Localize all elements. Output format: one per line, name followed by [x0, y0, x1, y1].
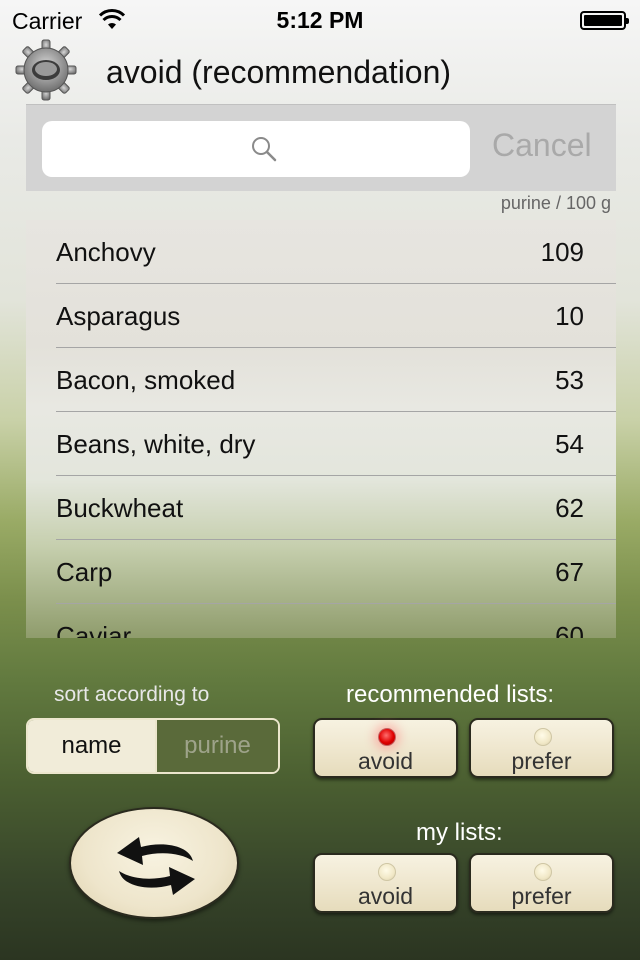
sort-label: sort according to: [54, 683, 210, 706]
purine-value: 109: [540, 237, 584, 267]
status-time: 5:12 PM: [276, 7, 364, 33]
list-item[interactable]: Caviar 60: [26, 604, 616, 638]
unit-label: purine / 100 g: [500, 193, 611, 213]
search-input[interactable]: [42, 121, 470, 177]
sort-by-name-button[interactable]: name: [28, 720, 155, 772]
purine-value: 62: [555, 493, 584, 523]
food-name: Beans, white, dry: [56, 429, 256, 459]
food-name: Asparagus: [56, 301, 181, 331]
search-bar: Cancel: [26, 104, 616, 191]
purine-value: 67: [555, 557, 584, 587]
sort-by-purine-button[interactable]: purine: [155, 720, 278, 772]
list-item[interactable]: Asparagus 10: [26, 284, 616, 348]
food-name: Buckwheat: [56, 493, 184, 523]
my-prefer-button[interactable]: prefer: [469, 853, 614, 913]
list-item[interactable]: Carp 67: [26, 540, 616, 604]
my-avoid-button[interactable]: avoid: [313, 853, 458, 913]
button-label: avoid: [358, 883, 413, 909]
battery-icon: [580, 11, 629, 30]
indicator-light-icon: [378, 728, 396, 746]
list-item[interactable]: Bacon, smoked 53: [26, 348, 616, 412]
search-icon: [252, 137, 277, 162]
cancel-button[interactable]: Cancel: [492, 127, 592, 164]
list-item[interactable]: Beans, white, dry 54: [26, 412, 616, 476]
swap-arrows-icon: [117, 837, 195, 895]
gear-icon[interactable]: [14, 38, 78, 102]
indicator-light-icon: [378, 863, 396, 881]
recommended-prefer-button[interactable]: prefer: [469, 718, 614, 778]
food-name: Anchovy: [56, 237, 156, 267]
food-name: Bacon, smoked: [56, 365, 236, 395]
status-bar: Carrier 5:12 PM: [0, 0, 640, 40]
purine-value: 60: [555, 621, 584, 638]
recommended-lists-label: recommended lists:: [346, 681, 555, 708]
list-item[interactable]: Buckwheat 62: [26, 476, 616, 540]
swap-button[interactable]: [69, 807, 239, 919]
sort-segmented-control: name purine: [26, 718, 280, 774]
indicator-light-icon: [534, 863, 552, 881]
button-label: prefer: [511, 748, 572, 774]
indicator-light-icon: [534, 728, 552, 746]
purine-value: 54: [555, 429, 584, 459]
food-name: Caviar: [56, 621, 132, 638]
my-lists-label: my lists:: [416, 819, 503, 846]
purine-value: 53: [555, 365, 584, 395]
recommended-avoid-button[interactable]: avoid: [313, 718, 458, 778]
button-label: prefer: [511, 883, 572, 909]
page-title: avoid (recommendation): [106, 54, 452, 90]
food-name: Carp: [56, 557, 113, 587]
button-label: avoid: [358, 748, 413, 774]
list-item[interactable]: Anchovy 109: [26, 220, 616, 284]
food-list[interactable]: Anchovy 109 Asparagus 10 Bacon, smoked 5…: [26, 220, 616, 638]
purine-value: 10: [555, 301, 584, 331]
